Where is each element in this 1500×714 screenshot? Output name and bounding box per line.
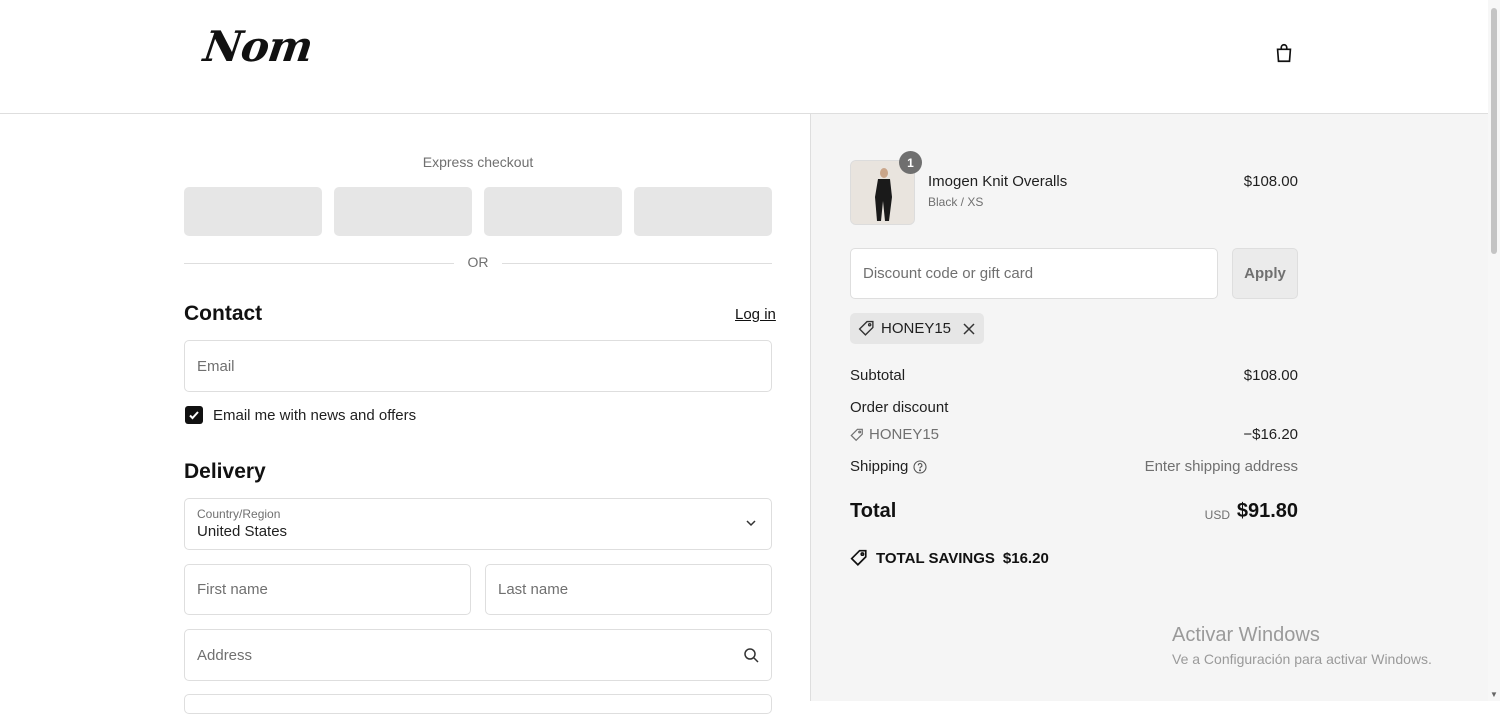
express-pay-button-4[interactable] [634, 187, 772, 236]
product-price: $108.00 [1243, 173, 1298, 190]
subtotal-label: Subtotal [850, 367, 906, 384]
login-link[interactable]: Log in [735, 306, 776, 323]
quantity-badge: 1 [899, 151, 922, 174]
tag-icon [850, 549, 867, 566]
total-value: $91.80 [1236, 500, 1298, 522]
scroll-thumb[interactable] [1491, 8, 1497, 254]
newsletter-label: Email me with news and offers [213, 407, 417, 424]
scroll-down-icon[interactable]: ▼ [1490, 690, 1498, 699]
page-scrollbar[interactable]: ▼ [1488, 0, 1500, 701]
email-input[interactable] [185, 341, 771, 391]
applied-code: HONEY15 [881, 320, 952, 337]
divider-right [502, 263, 772, 264]
email-field[interactable] [184, 340, 772, 392]
total-savings: TOTAL SAVINGS $16.20 [850, 549, 1049, 567]
order-summary: 1 Imogen Knit Overalls Black / XS $108.0… [810, 114, 1489, 701]
next-field-partial[interactable] [184, 694, 772, 714]
first-name-field[interactable] [184, 564, 471, 615]
savings-label: TOTAL SAVINGS [876, 549, 995, 567]
tag-icon [858, 320, 874, 336]
or-divider-text: OR [467, 254, 489, 270]
savings-value: $16.20 [1002, 549, 1049, 567]
product-variant: Black / XS [928, 195, 984, 209]
shipping-value: Enter shipping address [1144, 458, 1298, 475]
express-checkout-title: Express checkout [422, 154, 534, 170]
order-discount-label: Order discount [850, 399, 949, 416]
tag-icon [850, 428, 863, 441]
discount-code-row: HONEY15 [850, 426, 939, 443]
country-select[interactable]: Country/Region United States [184, 498, 772, 550]
express-pay-button-3[interactable] [484, 187, 622, 236]
country-value: United States [197, 523, 288, 540]
apply-button[interactable]: Apply [1232, 248, 1298, 299]
total-label: Total [850, 500, 897, 522]
checkout-form: Express checkout OR Contact Log in Email… [0, 114, 810, 714]
close-icon[interactable] [963, 322, 975, 335]
discount-code: HONEY15 [869, 426, 940, 443]
search-icon[interactable] [743, 647, 759, 663]
last-name-input[interactable] [486, 565, 771, 614]
product-name: Imogen Knit Overalls [928, 173, 1068, 190]
contact-title: Contact [184, 302, 263, 325]
express-pay-button-2[interactable] [334, 187, 472, 236]
first-name-input[interactable] [185, 565, 470, 614]
discount-field[interactable] [850, 248, 1218, 299]
address-field[interactable] [184, 629, 772, 681]
windows-activation-subtitle: Ve a Configuración para activar Windows. [1172, 651, 1432, 667]
brand-logo[interactable]: Nom [201, 22, 316, 71]
windows-activation-title: Activar Windows [1172, 624, 1320, 646]
delivery-title: Delivery [184, 460, 266, 483]
newsletter-checkbox[interactable] [185, 406, 203, 424]
check-icon [189, 411, 199, 420]
country-label: Country/Region [197, 507, 281, 521]
subtotal-value: $108.00 [1243, 367, 1298, 384]
help-icon[interactable] [913, 459, 927, 474]
last-name-field[interactable] [485, 564, 772, 615]
total-currency: USD [1204, 508, 1230, 522]
shipping-row: Shipping [850, 458, 927, 475]
shipping-label: Shipping [850, 458, 909, 475]
express-pay-button-1[interactable] [184, 187, 322, 236]
chevron-down-icon [746, 520, 756, 527]
discount-input[interactable] [851, 249, 1217, 298]
applied-discount-chip: HONEY15 [850, 313, 985, 344]
discount-value: −$16.20 [1243, 426, 1298, 443]
address-input[interactable] [185, 630, 771, 680]
cart-icon[interactable] [1273, 42, 1295, 64]
site-header: Nom [0, 0, 1488, 114]
